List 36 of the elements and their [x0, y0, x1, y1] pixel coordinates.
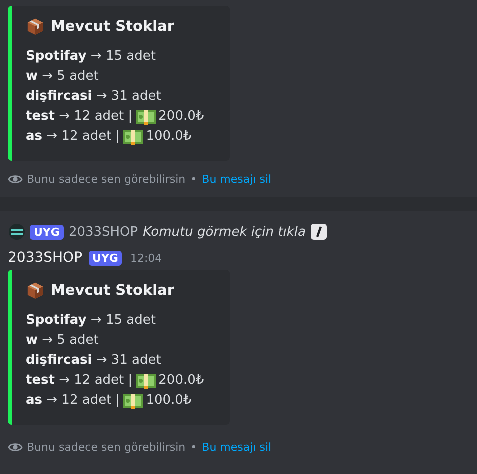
reply-text[interactable]: Komutu görmek için tıkla [143, 224, 306, 240]
reply-author[interactable]: 2033SHOP [68, 224, 138, 240]
embed-title: Mevcut Stoklar [51, 282, 174, 298]
timestamp: 12:04 [130, 252, 162, 264]
ephemeral-note: Bunu sadece sen görebilirsin [27, 440, 186, 454]
app-tag: UYG [88, 250, 122, 266]
slash-command-icon [310, 224, 327, 240]
username[interactable]: 2033SHOP [8, 250, 83, 266]
ephemeral-note: Bunu sadece sen görebilirsin [27, 172, 186, 186]
stock-line: test → 12 adet | [26, 372, 133, 390]
money-icon [136, 373, 156, 389]
dismiss-link[interactable]: Bu mesajı sil [202, 440, 272, 454]
stock-line: dişfircasi → 31 adet [26, 88, 162, 106]
package-icon [26, 17, 45, 36]
price: 100.0₺ [146, 392, 192, 410]
stock-line: test → 12 adet | [26, 108, 133, 126]
package-icon [26, 281, 45, 300]
price: 200.0₺ [158, 372, 204, 390]
app-tag: UYG [30, 224, 64, 240]
avatar-icon[interactable] [9, 224, 25, 240]
stock-line: as → 12 adet | [26, 392, 120, 410]
stock-line: w → 5 adet [26, 68, 99, 86]
stock-line: Spotifay → 15 adet [26, 48, 156, 66]
stock-line: w → 5 adet [26, 332, 99, 350]
money-icon [123, 393, 144, 409]
money-icon [136, 109, 156, 125]
embed-title: Mevcut Stoklar [51, 18, 174, 34]
separator: • [190, 440, 198, 454]
separator: • [190, 172, 198, 186]
stock-line: dişfircasi → 31 adet [26, 352, 162, 370]
stock-line: as → 12 adet | [26, 128, 120, 146]
price: 200.0₺ [158, 108, 204, 126]
price: 100.0₺ [146, 128, 192, 146]
dismiss-link[interactable]: Bu mesajı sil [202, 172, 272, 186]
money-icon [123, 129, 144, 145]
stock-line: Spotifay → 15 adet [26, 312, 156, 330]
